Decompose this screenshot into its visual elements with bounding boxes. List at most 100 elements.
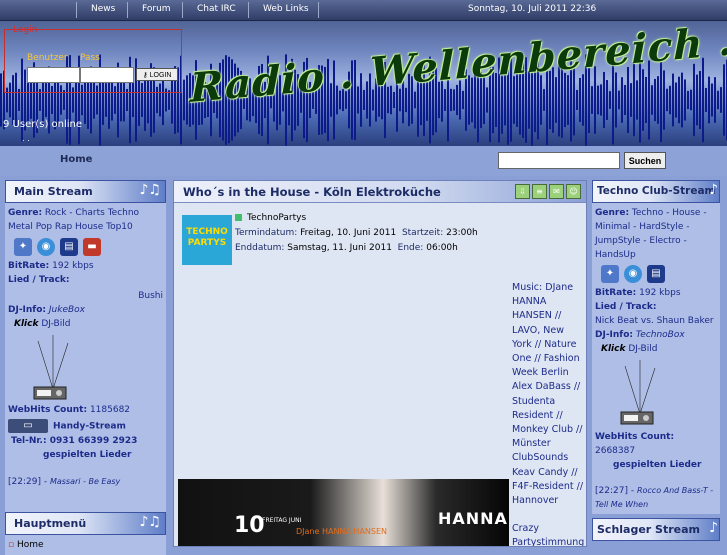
wave-bar bbox=[579, 77, 581, 123]
guitar-icon: ♪ bbox=[709, 520, 718, 536]
schlager-stream-title: Schlager Stream bbox=[597, 523, 701, 536]
genre-line: Genre: Techno - House - Minimal - HardSt… bbox=[595, 206, 717, 262]
wave-bar bbox=[666, 88, 668, 112]
search-button[interactable]: Suchen bbox=[624, 152, 666, 169]
comment-icon[interactable]: ✉ bbox=[549, 184, 564, 199]
start-time: 23:00h bbox=[446, 228, 478, 238]
nav-separator bbox=[182, 2, 183, 18]
wave-bar bbox=[600, 84, 602, 116]
windows-media-icon[interactable]: ◉ bbox=[37, 238, 55, 256]
wave-bar bbox=[723, 64, 725, 136]
flyer-name: HANNA bbox=[438, 509, 508, 528]
people-icon[interactable]: ☺ bbox=[566, 184, 581, 199]
header-dots: . . bbox=[22, 134, 30, 143]
left-column: Main Stream ♪♫ Genre: Rock - Charts Tech… bbox=[5, 180, 166, 555]
phone-number: Tel-Nr.: 0931 66399 2923 bbox=[11, 435, 138, 446]
home-link[interactable]: Home bbox=[60, 154, 92, 165]
users-online-count: 9 User(s) online bbox=[3, 119, 83, 130]
username-input[interactable] bbox=[27, 67, 80, 83]
wave-bar bbox=[453, 89, 455, 111]
dj-info-line: DJ-Info: JukeBox bbox=[8, 303, 163, 317]
wave-bar bbox=[621, 77, 623, 123]
realplayer-icon[interactable]: ▤ bbox=[60, 238, 78, 256]
nav-chat-irc[interactable]: Chat IRC bbox=[197, 4, 236, 14]
dj-image-link[interactable]: Klick DJ-Bild bbox=[601, 342, 717, 356]
radio-antenna-icon bbox=[33, 335, 69, 400]
flyer-dj: DJane HANNA HANSEN bbox=[296, 527, 388, 536]
webhits-line: WebHits Count: 1185682 bbox=[8, 403, 163, 417]
webhits-label: WebHits Count: bbox=[595, 432, 675, 442]
wave-bar bbox=[642, 69, 644, 131]
menu-item-home[interactable]: ▫ Home bbox=[8, 538, 163, 552]
end-label: Enddatum: bbox=[235, 243, 285, 253]
party-note: Crazy Partystimmung bbox=[512, 523, 585, 547]
wave-bar bbox=[186, 75, 188, 125]
winamp-icon[interactable]: ✦ bbox=[14, 238, 32, 256]
technopartys-logo[interactable]: TECHNO PARTYS bbox=[182, 215, 232, 265]
wave-bar bbox=[450, 88, 452, 112]
start-date: Freitag, 10. Juni 2011 bbox=[300, 228, 397, 238]
winamp-icon[interactable]: ✦ bbox=[601, 265, 619, 283]
wave-bar bbox=[63, 90, 65, 110]
menu-item-home-label: Home bbox=[16, 540, 44, 550]
bullet-icon: ▫ bbox=[8, 540, 17, 550]
quicktime-icon[interactable]: ▬ bbox=[83, 238, 101, 256]
wave-bar bbox=[678, 76, 680, 124]
track-label: Lied / Track: bbox=[595, 302, 657, 312]
wave-bar bbox=[627, 67, 629, 133]
download-icon[interactable]: ⇩ bbox=[515, 184, 530, 199]
wave-bar bbox=[543, 89, 545, 111]
current-datetime: Sonntag, 10. Juli 2011 22:36 bbox=[468, 4, 597, 14]
wave-bar bbox=[630, 83, 632, 117]
handy-stream-link[interactable]: ▭ Handy-Stream bbox=[8, 419, 163, 434]
wave-bar bbox=[684, 79, 686, 121]
klick-label: Klick bbox=[14, 319, 39, 329]
nav-separator bbox=[127, 2, 128, 18]
wave-bar bbox=[606, 80, 608, 120]
event-end-line: Enddatum: Samstag, 11. Juni 2011 Ende: 0… bbox=[235, 241, 495, 256]
played-songs-link[interactable]: gespielten Lieder bbox=[43, 448, 163, 462]
guitar-icon: ♪ bbox=[709, 182, 718, 198]
windows-media-icon[interactable]: ◉ bbox=[624, 265, 642, 283]
nav-news[interactable]: News bbox=[91, 4, 115, 14]
password-input[interactable] bbox=[80, 67, 134, 83]
wave-bar bbox=[462, 90, 464, 110]
genre-line: Genre: Rock - Charts Techno Metal Pop Ra… bbox=[8, 206, 163, 234]
bitrate-line: BitRate: 192 kbps bbox=[595, 286, 717, 300]
bitrate-line: BitRate: 192 kbps bbox=[8, 259, 163, 273]
dj-image-link[interactable]: Klick DJ-Bild bbox=[14, 317, 163, 331]
event-category-line: TechnoPartys bbox=[235, 211, 495, 226]
music-notes-icon: ♪♫ bbox=[139, 182, 162, 198]
last-played-time: [22:27] - bbox=[595, 486, 635, 496]
played-songs-link[interactable]: gespielten Lieder bbox=[613, 458, 717, 472]
start-label: Termindatum: bbox=[235, 228, 298, 238]
mobile-phone-icon: ▭ bbox=[8, 419, 48, 433]
wave-bar bbox=[444, 89, 446, 111]
login-button-label: LOGIN bbox=[149, 71, 172, 79]
login-button[interactable]: ⚷ LOGIN bbox=[136, 68, 178, 81]
search-input[interactable] bbox=[498, 152, 620, 169]
wave-bar bbox=[603, 71, 605, 129]
wave-bar bbox=[636, 80, 638, 120]
dj-bild-label: DJ-Bild bbox=[628, 344, 658, 354]
article-header: Who´s in the House - Köln Elektroküche ⇩… bbox=[174, 181, 586, 203]
nav-separator bbox=[318, 2, 319, 18]
realplayer-icon[interactable]: ▤ bbox=[647, 265, 665, 283]
nav-separator bbox=[248, 2, 249, 18]
key-icon: ⚷ bbox=[142, 71, 150, 79]
wave-bar bbox=[615, 72, 617, 128]
nav-forum[interactable]: Forum bbox=[142, 4, 171, 14]
schlager-stream-header: Schlager Stream ♪ bbox=[592, 518, 720, 541]
nav-web-links[interactable]: Web Links bbox=[263, 4, 309, 14]
techno-stream-panel: Genre: Techno - House - Minimal - HardSt… bbox=[592, 203, 720, 514]
wave-bar bbox=[708, 76, 710, 124]
wave-bar bbox=[672, 73, 674, 127]
wave-bar bbox=[651, 85, 653, 115]
list-icon[interactable]: ≡ bbox=[532, 184, 547, 199]
wave-bar bbox=[567, 75, 569, 125]
main-stream-header: Main Stream ♪♫ bbox=[5, 180, 166, 203]
wave-bar bbox=[654, 78, 656, 122]
nav-separator bbox=[76, 2, 77, 18]
top-navigation: News Forum Chat IRC Web Links Sonntag, 1… bbox=[0, 0, 727, 21]
wave-bar bbox=[597, 85, 599, 115]
